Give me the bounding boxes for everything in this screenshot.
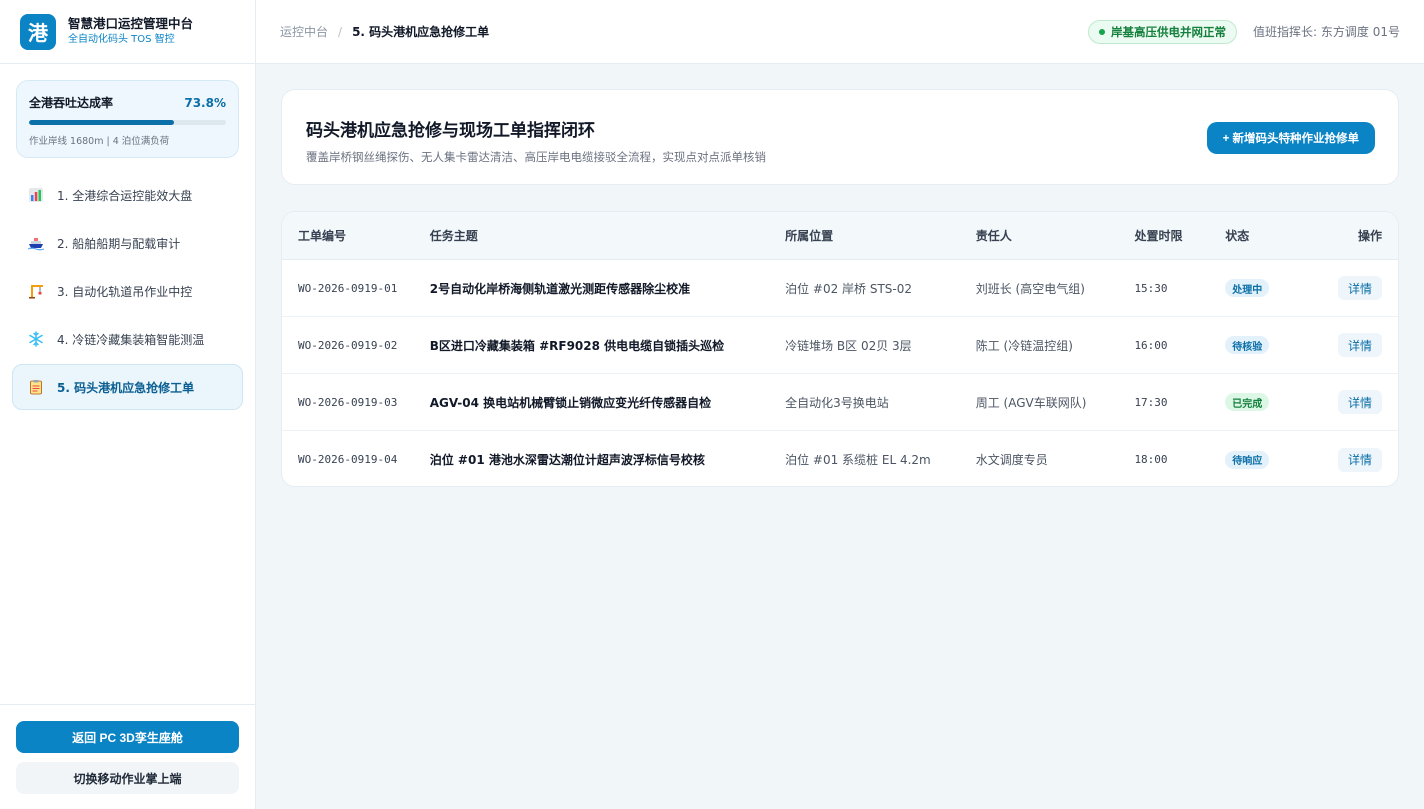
switch-mobile-button[interactable]: 切换移动作业掌上端 — [16, 762, 239, 794]
column-header-action: 操作 — [1357, 229, 1382, 243]
column-header-owner: 责任人 — [975, 229, 1012, 243]
sidebar: 港 智慧港口运控管理中台 全自动化码头 TOS 智控 全港吞吐达成率 73.8%… — [0, 0, 256, 809]
sidebar-item-repair-orders[interactable]: 5. 码头港机应急抢修工单 — [12, 364, 243, 410]
detail-button[interactable]: 详情 — [1337, 447, 1382, 472]
column-header-location: 所属位置 — [785, 229, 834, 243]
brand-logo: 港 — [20, 13, 56, 50]
grid-status-text: 岸基高压供电并网正常 — [1111, 24, 1227, 39]
order-topic: B区进口冷藏集装箱 #RF9028 供电电缆自锁插头巡检 — [429, 338, 725, 353]
crane-icon — [27, 282, 45, 300]
order-id: WO-2026-0919-04 — [298, 453, 398, 466]
sidebar-item-label: 2. 船舶船期与配载审计 — [57, 236, 181, 251]
order-topic: AGV-04 换电站机械臂锁止销微应变光纤传感器自检 — [429, 395, 712, 410]
brand-subtitle: 全自动化码头 TOS 智控 — [68, 33, 175, 45]
status-dot-icon — [1099, 28, 1106, 35]
order-id: WO-2026-0919-02 — [298, 338, 398, 352]
kpi-progress-bar — [29, 120, 226, 125]
order-id: WO-2026-0919-01 — [298, 281, 398, 295]
add-repair-order-button[interactable]: + 新增码头特种作业抢修单 — [1206, 122, 1375, 154]
sidebar-item-label: 1. 全港综合运控能效大盘 — [57, 188, 193, 203]
order-location: 泊位 #01 系缆桩 EL 4.2m — [785, 453, 931, 467]
sidebar-item-label: 3. 自动化轨道吊作业中控 — [57, 284, 193, 299]
order-deadline: 17:30 — [1134, 395, 1168, 409]
table-header: 工单编号 任务主题 所属位置 责任人 处置时限 状态 操作 — [282, 212, 1398, 260]
sidebar-item-ship-schedule[interactable]: 2. 船舶船期与配载审计 — [12, 220, 243, 266]
sidebar-item-cold-chain[interactable]: 4. 冷链冷藏集装箱智能测温 — [12, 316, 243, 362]
order-deadline: 16:00 — [1134, 338, 1168, 352]
topbar: 运控中台 / 5. 码头港机应急抢修工单 岸基高压供电并网正常 值班指挥长: 东… — [256, 0, 1424, 64]
duty-commander: 值班指挥长: 东方调度 01号 — [1253, 25, 1400, 39]
breadcrumb-current: 5. 码头港机应急抢修工单 — [352, 25, 490, 39]
sidebar-item-dashboard[interactable]: 1. 全港综合运控能效大盘 — [12, 172, 243, 218]
chart-icon — [27, 186, 45, 204]
breadcrumb-root[interactable]: 运控中台 — [280, 23, 328, 40]
order-topic: 2号自动化岸桥海侧轨道激光测距传感器除尘校准 — [429, 281, 691, 296]
detail-button[interactable]: 详情 — [1337, 333, 1382, 357]
detail-button[interactable]: 详情 — [1337, 390, 1382, 414]
column-header-status: 状态 — [1225, 229, 1250, 243]
detail-button[interactable]: 详情 — [1337, 276, 1382, 300]
column-header-id: 工单编号 — [298, 229, 347, 243]
throughput-kpi-card: 全港吞吐达成率 73.8% 作业岸线 1680m | 4 泊位满负荷 — [16, 80, 239, 158]
sidebar-footer: 返回 PC 3D孪生座舱 切换移动作业掌上端 — [0, 704, 255, 809]
page-header-card: 码头港机应急抢修与现场工单指挥闭环 覆盖岸桥钢丝绳探伤、无人集卡雷达清洁、高压岸… — [281, 89, 1399, 185]
kpi-value: 73.8% — [184, 95, 226, 110]
order-owner: 刘班长 (高空电气组) — [975, 281, 1085, 296]
column-header-deadline: 处置时限 — [1134, 229, 1183, 243]
column-header-topic: 任务主题 — [429, 229, 478, 243]
order-owner: 水文调度专员 — [975, 453, 1048, 467]
brand-title: 智慧港口运控管理中台 — [68, 15, 194, 31]
clipboard-icon — [27, 378, 45, 396]
table-row[interactable]: WO-2026-0919-02 B区进口冷藏集装箱 #RF9028 供电电缆自锁… — [282, 317, 1398, 374]
back-to-3d-cockpit-button[interactable]: 返回 PC 3D孪生座舱 — [16, 721, 239, 753]
status-badge: 处理中 — [1225, 279, 1270, 297]
order-location: 泊位 #02 岸桥 STS-02 — [785, 281, 913, 296]
status-badge: 待核验 — [1225, 336, 1270, 354]
brand[interactable]: 港 智慧港口运控管理中台 全自动化码头 TOS 智控 — [0, 0, 255, 64]
grid-status-badge: 岸基高压供电并网正常 — [1088, 19, 1238, 44]
sidebar-item-label: 5. 码头港机应急抢修工单 — [57, 380, 195, 395]
sidebar-nav: 1. 全港综合运控能效大盘 2. 船舶船期与配载审计 3. 自动化轨道吊作业中控… — [12, 172, 243, 412]
sidebar-item-crane-control[interactable]: 3. 自动化轨道吊作业中控 — [12, 268, 243, 314]
order-owner: 周工 (AGV车联网队) — [975, 395, 1087, 410]
table-row[interactable]: WO-2026-0919-03 AGV-04 换电站机械臂锁止销微应变光纤传感器… — [282, 374, 1398, 431]
snowflake-icon — [27, 330, 45, 348]
table-row[interactable]: WO-2026-0919-01 2号自动化岸桥海侧轨道激光测距传感器除尘校准 泊… — [282, 260, 1398, 317]
table-row[interactable]: WO-2026-0919-04 泊位 #01 港池水深雷达潮位计超声波浮标信号校… — [282, 431, 1398, 486]
kpi-progress-fill — [29, 120, 175, 125]
kpi-label: 全港吞吐达成率 — [29, 96, 114, 110]
order-deadline: 18:00 — [1134, 453, 1168, 466]
order-topic: 泊位 #01 港池水深雷达潮位计超声波浮标信号校核 — [429, 453, 705, 467]
order-deadline: 15:30 — [1134, 281, 1168, 295]
work-order-table: 工单编号 任务主题 所属位置 责任人 处置时限 状态 操作 WO-2026-09… — [281, 211, 1399, 487]
kpi-note: 作业岸线 1680m | 4 泊位满负荷 — [29, 136, 170, 147]
order-location: 冷链堆场 B区 02贝 3层 — [785, 338, 912, 353]
status-badge: 待响应 — [1225, 450, 1270, 469]
order-owner: 陈工 (冷链温控组) — [975, 338, 1073, 353]
sidebar-item-label: 4. 冷链冷藏集装箱智能测温 — [57, 332, 205, 347]
breadcrumb-separator: / — [338, 24, 343, 39]
breadcrumb: 运控中台 / 5. 码头港机应急抢修工单 — [280, 23, 489, 40]
order-id: WO-2026-0919-03 — [298, 395, 398, 409]
order-location: 全自动化3号换电站 — [785, 395, 889, 410]
status-badge: 已完成 — [1225, 393, 1270, 411]
ship-icon — [27, 234, 45, 252]
